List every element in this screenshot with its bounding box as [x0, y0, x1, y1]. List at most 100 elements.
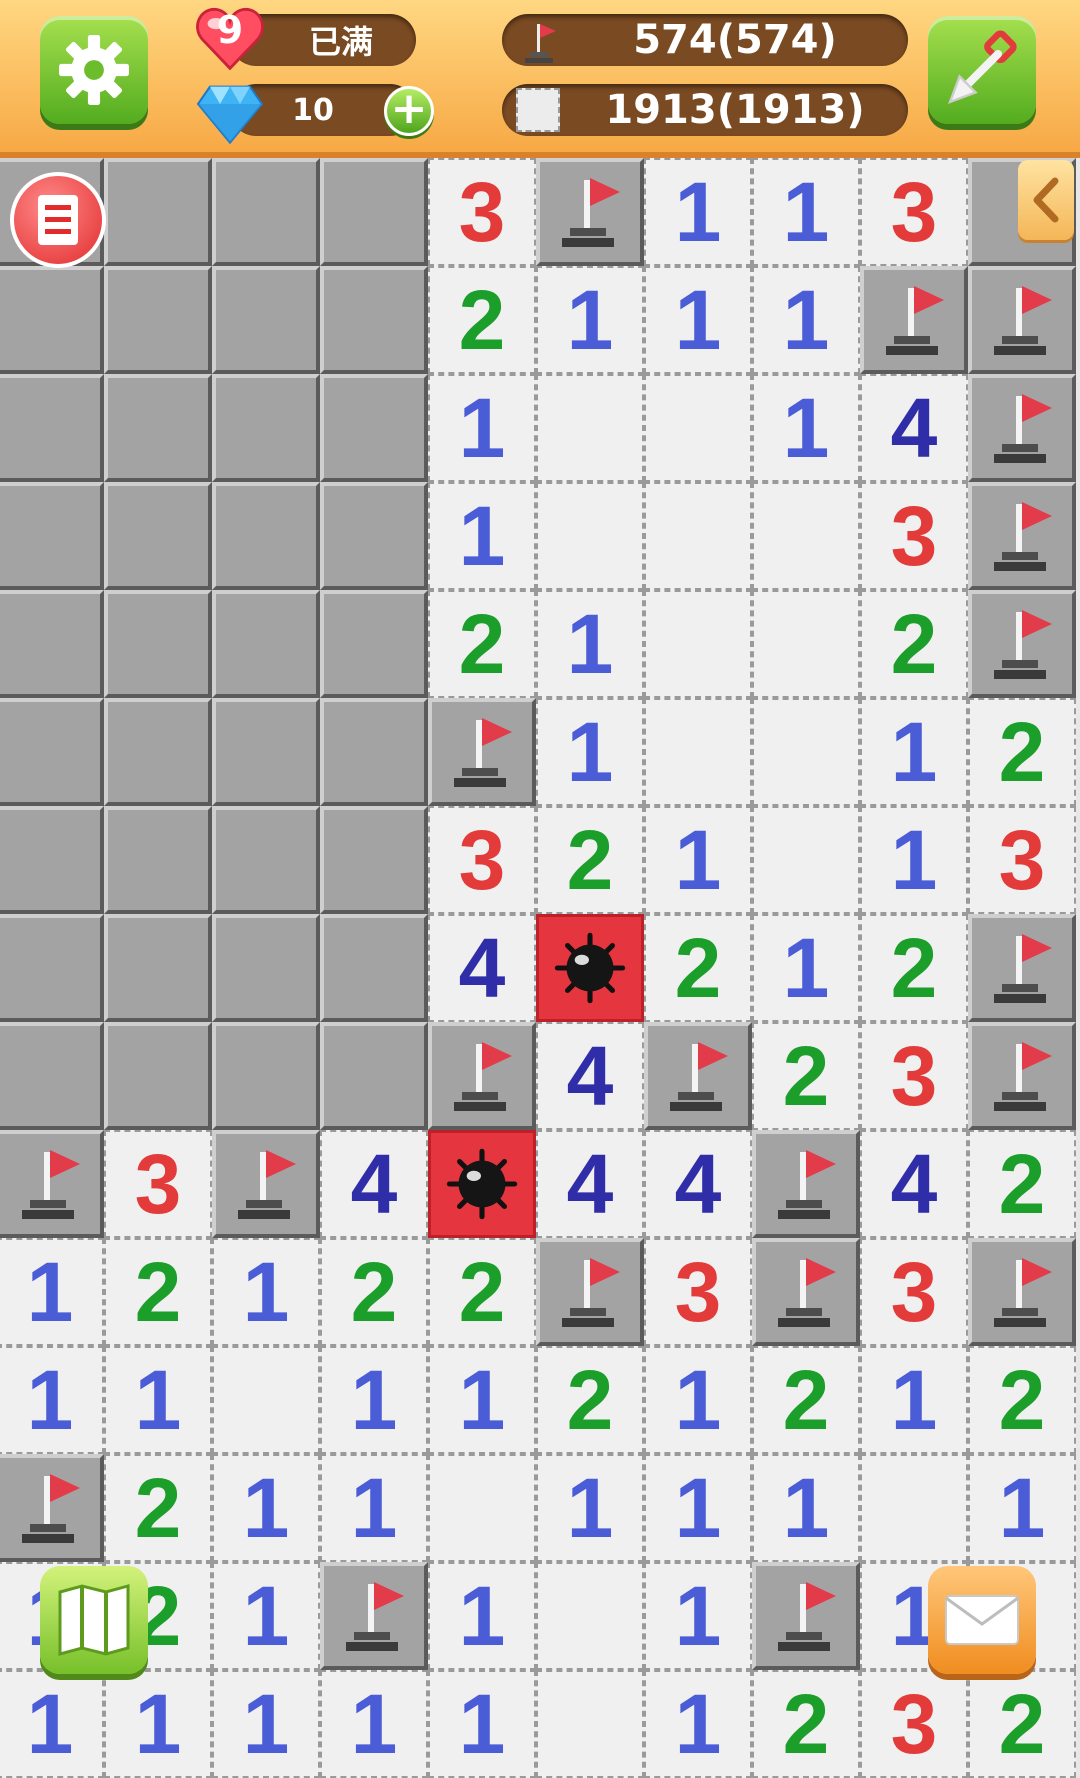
- cell-flagged[interactable]: [644, 1022, 752, 1130]
- cell-hidden[interactable]: [320, 806, 428, 914]
- cell-hidden[interactable]: [104, 914, 212, 1022]
- cell-number[interactable]: 4: [428, 914, 536, 1022]
- cell-number[interactable]: 4: [860, 1130, 968, 1238]
- cell-number[interactable]: 1: [428, 1562, 536, 1670]
- cell-number[interactable]: 3: [860, 1238, 968, 1346]
- cell-empty[interactable]: [536, 374, 644, 482]
- mail-button[interactable]: [928, 1566, 1036, 1674]
- cell-number[interactable]: 1: [0, 1238, 104, 1346]
- cell-number[interactable]: 4: [536, 1130, 644, 1238]
- cell-hidden[interactable]: [104, 590, 212, 698]
- cell-number[interactable]: 1: [536, 698, 644, 806]
- cell-number[interactable]: 3: [860, 158, 968, 266]
- cell-flagged[interactable]: [320, 1562, 428, 1670]
- cell-empty[interactable]: [752, 698, 860, 806]
- cell-hidden[interactable]: [0, 266, 104, 374]
- cell-number[interactable]: 1: [536, 590, 644, 698]
- cell-number[interactable]: 1: [212, 1454, 320, 1562]
- collapse-panel-button[interactable]: [1018, 160, 1074, 240]
- cell-number[interactable]: 1: [428, 374, 536, 482]
- cell-number[interactable]: 1: [860, 1346, 968, 1454]
- cell-flagged[interactable]: [968, 914, 1076, 1022]
- cell-hidden[interactable]: [320, 914, 428, 1022]
- cell-number[interactable]: 1: [104, 1670, 212, 1778]
- cell-empty[interactable]: [752, 482, 860, 590]
- cell-number[interactable]: 2: [968, 1670, 1076, 1778]
- shovel-button[interactable]: [928, 16, 1036, 124]
- cell-flagged[interactable]: [968, 266, 1076, 374]
- cell-number[interactable]: 2: [968, 1130, 1076, 1238]
- cell-hidden[interactable]: [212, 482, 320, 590]
- cell-hidden[interactable]: [320, 590, 428, 698]
- cell-empty[interactable]: [644, 482, 752, 590]
- cell-number[interactable]: 1: [644, 806, 752, 914]
- cell-hidden[interactable]: [320, 482, 428, 590]
- cell-flagged[interactable]: [968, 1238, 1076, 1346]
- cell-empty[interactable]: [644, 590, 752, 698]
- cell-flagged[interactable]: [752, 1130, 860, 1238]
- cell-number[interactable]: 4: [536, 1022, 644, 1130]
- cell-hidden[interactable]: [212, 914, 320, 1022]
- cell-number[interactable]: 1: [644, 1346, 752, 1454]
- cell-hidden[interactable]: [104, 1022, 212, 1130]
- cell-hidden[interactable]: [0, 482, 104, 590]
- settings-button[interactable]: [40, 16, 148, 124]
- cell-number[interactable]: 1: [104, 1346, 212, 1454]
- cell-number[interactable]: 1: [644, 1454, 752, 1562]
- cell-hidden[interactable]: [212, 1022, 320, 1130]
- cell-number[interactable]: 1: [536, 1454, 644, 1562]
- cell-flagged[interactable]: [428, 1022, 536, 1130]
- cell-number[interactable]: 2: [428, 1238, 536, 1346]
- cell-hidden[interactable]: [212, 374, 320, 482]
- cell-hidden[interactable]: [0, 1022, 104, 1130]
- cell-number[interactable]: 1: [428, 1670, 536, 1778]
- cell-number[interactable]: 1: [644, 1670, 752, 1778]
- cell-number[interactable]: 1: [428, 482, 536, 590]
- cell-hidden[interactable]: [0, 914, 104, 1022]
- cell-number[interactable]: 1: [752, 914, 860, 1022]
- map-button[interactable]: [40, 1566, 148, 1674]
- cell-hidden[interactable]: [320, 698, 428, 806]
- cell-hidden[interactable]: [104, 806, 212, 914]
- cell-number[interactable]: 2: [752, 1670, 860, 1778]
- cell-number[interactable]: 2: [536, 1346, 644, 1454]
- cell-number[interactable]: 1: [212, 1670, 320, 1778]
- cell-empty[interactable]: [644, 374, 752, 482]
- cell-number[interactable]: 1: [212, 1562, 320, 1670]
- cell-number[interactable]: 1: [752, 158, 860, 266]
- cell-number[interactable]: 4: [320, 1130, 428, 1238]
- cell-number[interactable]: 1: [968, 1454, 1076, 1562]
- cell-number[interactable]: 1: [860, 806, 968, 914]
- cell-flagged[interactable]: [536, 1238, 644, 1346]
- cell-hidden[interactable]: [104, 482, 212, 590]
- cell-empty[interactable]: [752, 806, 860, 914]
- cell-empty[interactable]: [860, 1454, 968, 1562]
- cell-empty[interactable]: [428, 1454, 536, 1562]
- cell-number[interactable]: 2: [428, 590, 536, 698]
- menu-button[interactable]: [10, 172, 106, 268]
- cell-number[interactable]: 1: [428, 1346, 536, 1454]
- cell-hidden[interactable]: [104, 158, 212, 266]
- cell-hidden[interactable]: [320, 266, 428, 374]
- cell-flagged[interactable]: [752, 1562, 860, 1670]
- cell-mine[interactable]: [428, 1130, 536, 1238]
- cell-number[interactable]: 2: [860, 914, 968, 1022]
- cell-number[interactable]: 3: [860, 482, 968, 590]
- cell-hidden[interactable]: [0, 374, 104, 482]
- cell-flagged[interactable]: [968, 482, 1076, 590]
- cell-number[interactable]: 4: [644, 1130, 752, 1238]
- cell-number[interactable]: 2: [536, 806, 644, 914]
- cell-empty[interactable]: [536, 1670, 644, 1778]
- cell-number[interactable]: 3: [860, 1670, 968, 1778]
- cell-empty[interactable]: [752, 590, 860, 698]
- cell-hidden[interactable]: [104, 374, 212, 482]
- cell-number[interactable]: 2: [752, 1022, 860, 1130]
- cell-number[interactable]: 3: [968, 806, 1076, 914]
- cell-hidden[interactable]: [0, 698, 104, 806]
- cell-number[interactable]: 1: [0, 1670, 104, 1778]
- cell-flagged[interactable]: [968, 590, 1076, 698]
- cell-empty[interactable]: [536, 1562, 644, 1670]
- cell-number[interactable]: 2: [968, 698, 1076, 806]
- cell-number[interactable]: 1: [752, 374, 860, 482]
- cell-hidden[interactable]: [212, 590, 320, 698]
